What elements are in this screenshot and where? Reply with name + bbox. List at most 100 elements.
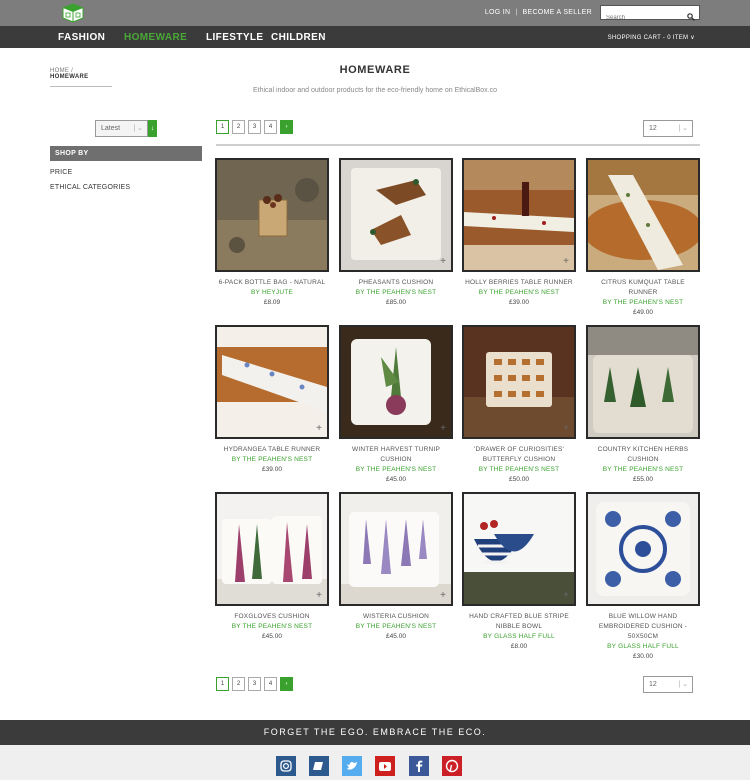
product-name[interactable]: HYDRANGEA TABLE RUNNER xyxy=(215,445,329,455)
product-card[interactable]: + WINTER HARVEST TURNIP CUSHION BY THE P… xyxy=(339,325,453,485)
product-image[interactable] xyxy=(215,158,329,272)
page-2-button[interactable]: 2 xyxy=(232,120,245,134)
nav-item-fashion[interactable]: FASHION xyxy=(58,32,105,43)
logo[interactable] xyxy=(62,3,84,23)
become-seller-link[interactable]: BECOME A SELLER xyxy=(523,9,592,16)
nav-item-children[interactable]: CHILDREN xyxy=(271,32,326,43)
instagram-icon[interactable] xyxy=(276,756,296,776)
product-seller[interactable]: BY THE PEAHEN'S NEST xyxy=(215,622,329,632)
product-name[interactable]: FOXGLOVES CUSHION xyxy=(215,612,329,622)
page-1-button[interactable]: 1 xyxy=(216,120,229,134)
product-price: £45.00 xyxy=(386,633,406,640)
search-icon[interactable] xyxy=(687,8,695,26)
product-card[interactable]: + HYDRANGEA TABLE RUNNER BY THE PEAHEN'S… xyxy=(215,325,329,475)
add-icon[interactable]: + xyxy=(440,423,446,434)
youtube-icon[interactable] xyxy=(375,756,395,776)
per-page-select[interactable]: 12 | ⌄ xyxy=(643,676,693,693)
product-price: £8.09 xyxy=(263,299,281,306)
product-card[interactable]: + FOXGLOVES CUSHION BY THE PEAHEN'S NEST… xyxy=(215,492,329,642)
product-name[interactable]: HOLLY BERRIES TABLE RUNNER xyxy=(462,278,576,288)
product-name[interactable]: 6-PACK BOTTLE BAG - NATURAL xyxy=(215,278,329,288)
twitter-icon[interactable] xyxy=(342,756,362,776)
product-seller[interactable]: BY THE PEAHEN'S NEST xyxy=(586,298,700,308)
page-2-button[interactable]: 2 xyxy=(232,677,245,691)
product-price: £45.00 xyxy=(262,633,282,640)
product-image[interactable]: + xyxy=(215,325,329,439)
search-input[interactable] xyxy=(601,11,685,25)
add-icon[interactable]: + xyxy=(440,590,446,601)
filter-ethical-categories[interactable]: ETHICAL CATEGORIES xyxy=(50,184,130,191)
product-image[interactable]: + xyxy=(462,158,576,272)
product-price: £55.00 xyxy=(633,476,653,483)
product-card[interactable]: COUNTRY KITCHEN HERBS CUSHION BY THE PEA… xyxy=(586,325,700,485)
page-4-button[interactable]: 4 xyxy=(264,120,277,134)
product-card[interactable]: 6-PACK BOTTLE BAG - NATURAL BY HEYJUTE £… xyxy=(215,158,329,308)
product-card[interactable]: CITRUS KUMQUAT TABLE RUNNER BY THE PEAHE… xyxy=(586,158,700,318)
page-3-button[interactable]: 3 xyxy=(248,120,261,134)
blog-icon[interactable] xyxy=(309,756,329,776)
product-card[interactable]: + PHEASANTS CUSHION BY THE PEAHEN'S NEST… xyxy=(339,158,453,308)
product-card[interactable]: + WISTERIA CUSHION BY THE PEAHEN'S NEST … xyxy=(339,492,453,642)
nav-item-lifestyle[interactable]: LIFESTYLE xyxy=(206,32,264,43)
add-icon[interactable]: + xyxy=(563,256,569,267)
product-seller[interactable]: BY THE PEAHEN'S NEST xyxy=(462,288,576,298)
product-card[interactable]: + HOLLY BERRIES TABLE RUNNER BY THE PEAH… xyxy=(462,158,576,308)
product-name[interactable]: BLUE WILLOW HAND EMBROIDERED CUSHION - 5… xyxy=(586,612,700,642)
product-image[interactable]: + xyxy=(462,492,576,606)
facebook-icon[interactable] xyxy=(409,756,429,776)
per-page-value: 12 xyxy=(649,125,657,132)
page-4-button[interactable]: 4 xyxy=(264,677,277,691)
product-seller[interactable]: BY THE PEAHEN'S NEST xyxy=(339,288,453,298)
product-image[interactable] xyxy=(586,325,700,439)
filter-price[interactable]: PRICE xyxy=(50,169,72,176)
login-link[interactable]: LOG IN xyxy=(485,9,511,16)
pinterest-icon[interactable] xyxy=(442,756,462,776)
product-name[interactable]: CITRUS KUMQUAT TABLE RUNNER xyxy=(586,278,700,298)
product-image[interactable]: + xyxy=(215,492,329,606)
product-seller[interactable]: BY GLASS HALF FULL xyxy=(462,632,576,642)
product-name[interactable]: COUNTRY KITCHEN HERBS CUSHION xyxy=(586,445,700,465)
product-image[interactable]: + xyxy=(339,492,453,606)
page-1-button[interactable]: 1 xyxy=(216,677,229,691)
product-image[interactable]: + xyxy=(462,325,576,439)
product-name[interactable]: WISTERIA CUSHION xyxy=(339,612,453,622)
product-seller[interactable]: BY GLASS HALF FULL xyxy=(586,642,700,652)
sort-select[interactable]: Latest | ⌄ xyxy=(95,120,148,137)
product-image[interactable]: + xyxy=(339,158,453,272)
footer-tagline: FORGET THE EGO. EMBRACE THE ECO. xyxy=(0,720,750,745)
add-icon[interactable]: + xyxy=(316,590,322,601)
next-page-button[interactable]: › xyxy=(280,677,293,691)
product-seller[interactable]: BY THE PEAHEN'S NEST xyxy=(339,622,453,632)
product-name[interactable]: 'DRAWER OF CURIOSITIES' BUTTERFLY CUSHIO… xyxy=(462,445,576,465)
product-image[interactable] xyxy=(586,492,700,606)
add-icon[interactable]: + xyxy=(440,256,446,267)
nav-item-homeware[interactable]: HOMEWARE xyxy=(124,32,187,43)
page-title: HOMEWARE xyxy=(339,64,411,76)
sort-direction-button[interactable]: ↓ xyxy=(148,120,157,137)
product-name[interactable]: HAND CRAFTED BLUE STRIPE NIBBLE BOWL xyxy=(462,612,576,632)
page-3-button[interactable]: 3 xyxy=(248,677,261,691)
product-name[interactable]: WINTER HARVEST TURNIP CUSHION xyxy=(339,445,453,465)
footer-social-bar xyxy=(0,745,750,780)
shopping-cart-link[interactable]: SHOPPING CART - 0 ITEM ∨ xyxy=(608,34,695,41)
next-page-button[interactable]: › xyxy=(280,120,293,134)
product-card[interactable]: + HAND CRAFTED BLUE STRIPE NIBBLE BOWL B… xyxy=(462,492,576,652)
add-icon[interactable]: + xyxy=(563,590,569,601)
add-icon[interactable]: + xyxy=(563,423,569,434)
sort-select-value: Latest xyxy=(101,125,121,132)
top-bar: LOG IN | BECOME A SELLER xyxy=(0,0,750,26)
add-icon[interactable]: + xyxy=(316,423,322,434)
product-image[interactable] xyxy=(586,158,700,272)
per-page-select[interactable]: 12 | ⌄ xyxy=(643,120,693,137)
product-name[interactable]: PHEASANTS CUSHION xyxy=(339,278,453,288)
product-seller[interactable]: BY THE PEAHEN'S NEST xyxy=(462,465,576,475)
product-seller[interactable]: BY THE PEAHEN'S NEST xyxy=(339,465,453,475)
product-seller[interactable]: BY HEYJUTE xyxy=(215,288,329,298)
product-image[interactable]: + xyxy=(339,325,453,439)
product-seller[interactable]: BY THE PEAHEN'S NEST xyxy=(586,465,700,475)
product-card[interactable]: + 'DRAWER OF CURIOSITIES' BUTTERFLY CUSH… xyxy=(462,325,576,485)
product-card[interactable]: BLUE WILLOW HAND EMBROIDERED CUSHION - 5… xyxy=(586,492,700,662)
product-seller[interactable]: BY THE PEAHEN'S NEST xyxy=(215,455,329,465)
product-price: £49.00 xyxy=(633,309,653,316)
sort-arrow-icon: ↓ xyxy=(150,125,155,132)
